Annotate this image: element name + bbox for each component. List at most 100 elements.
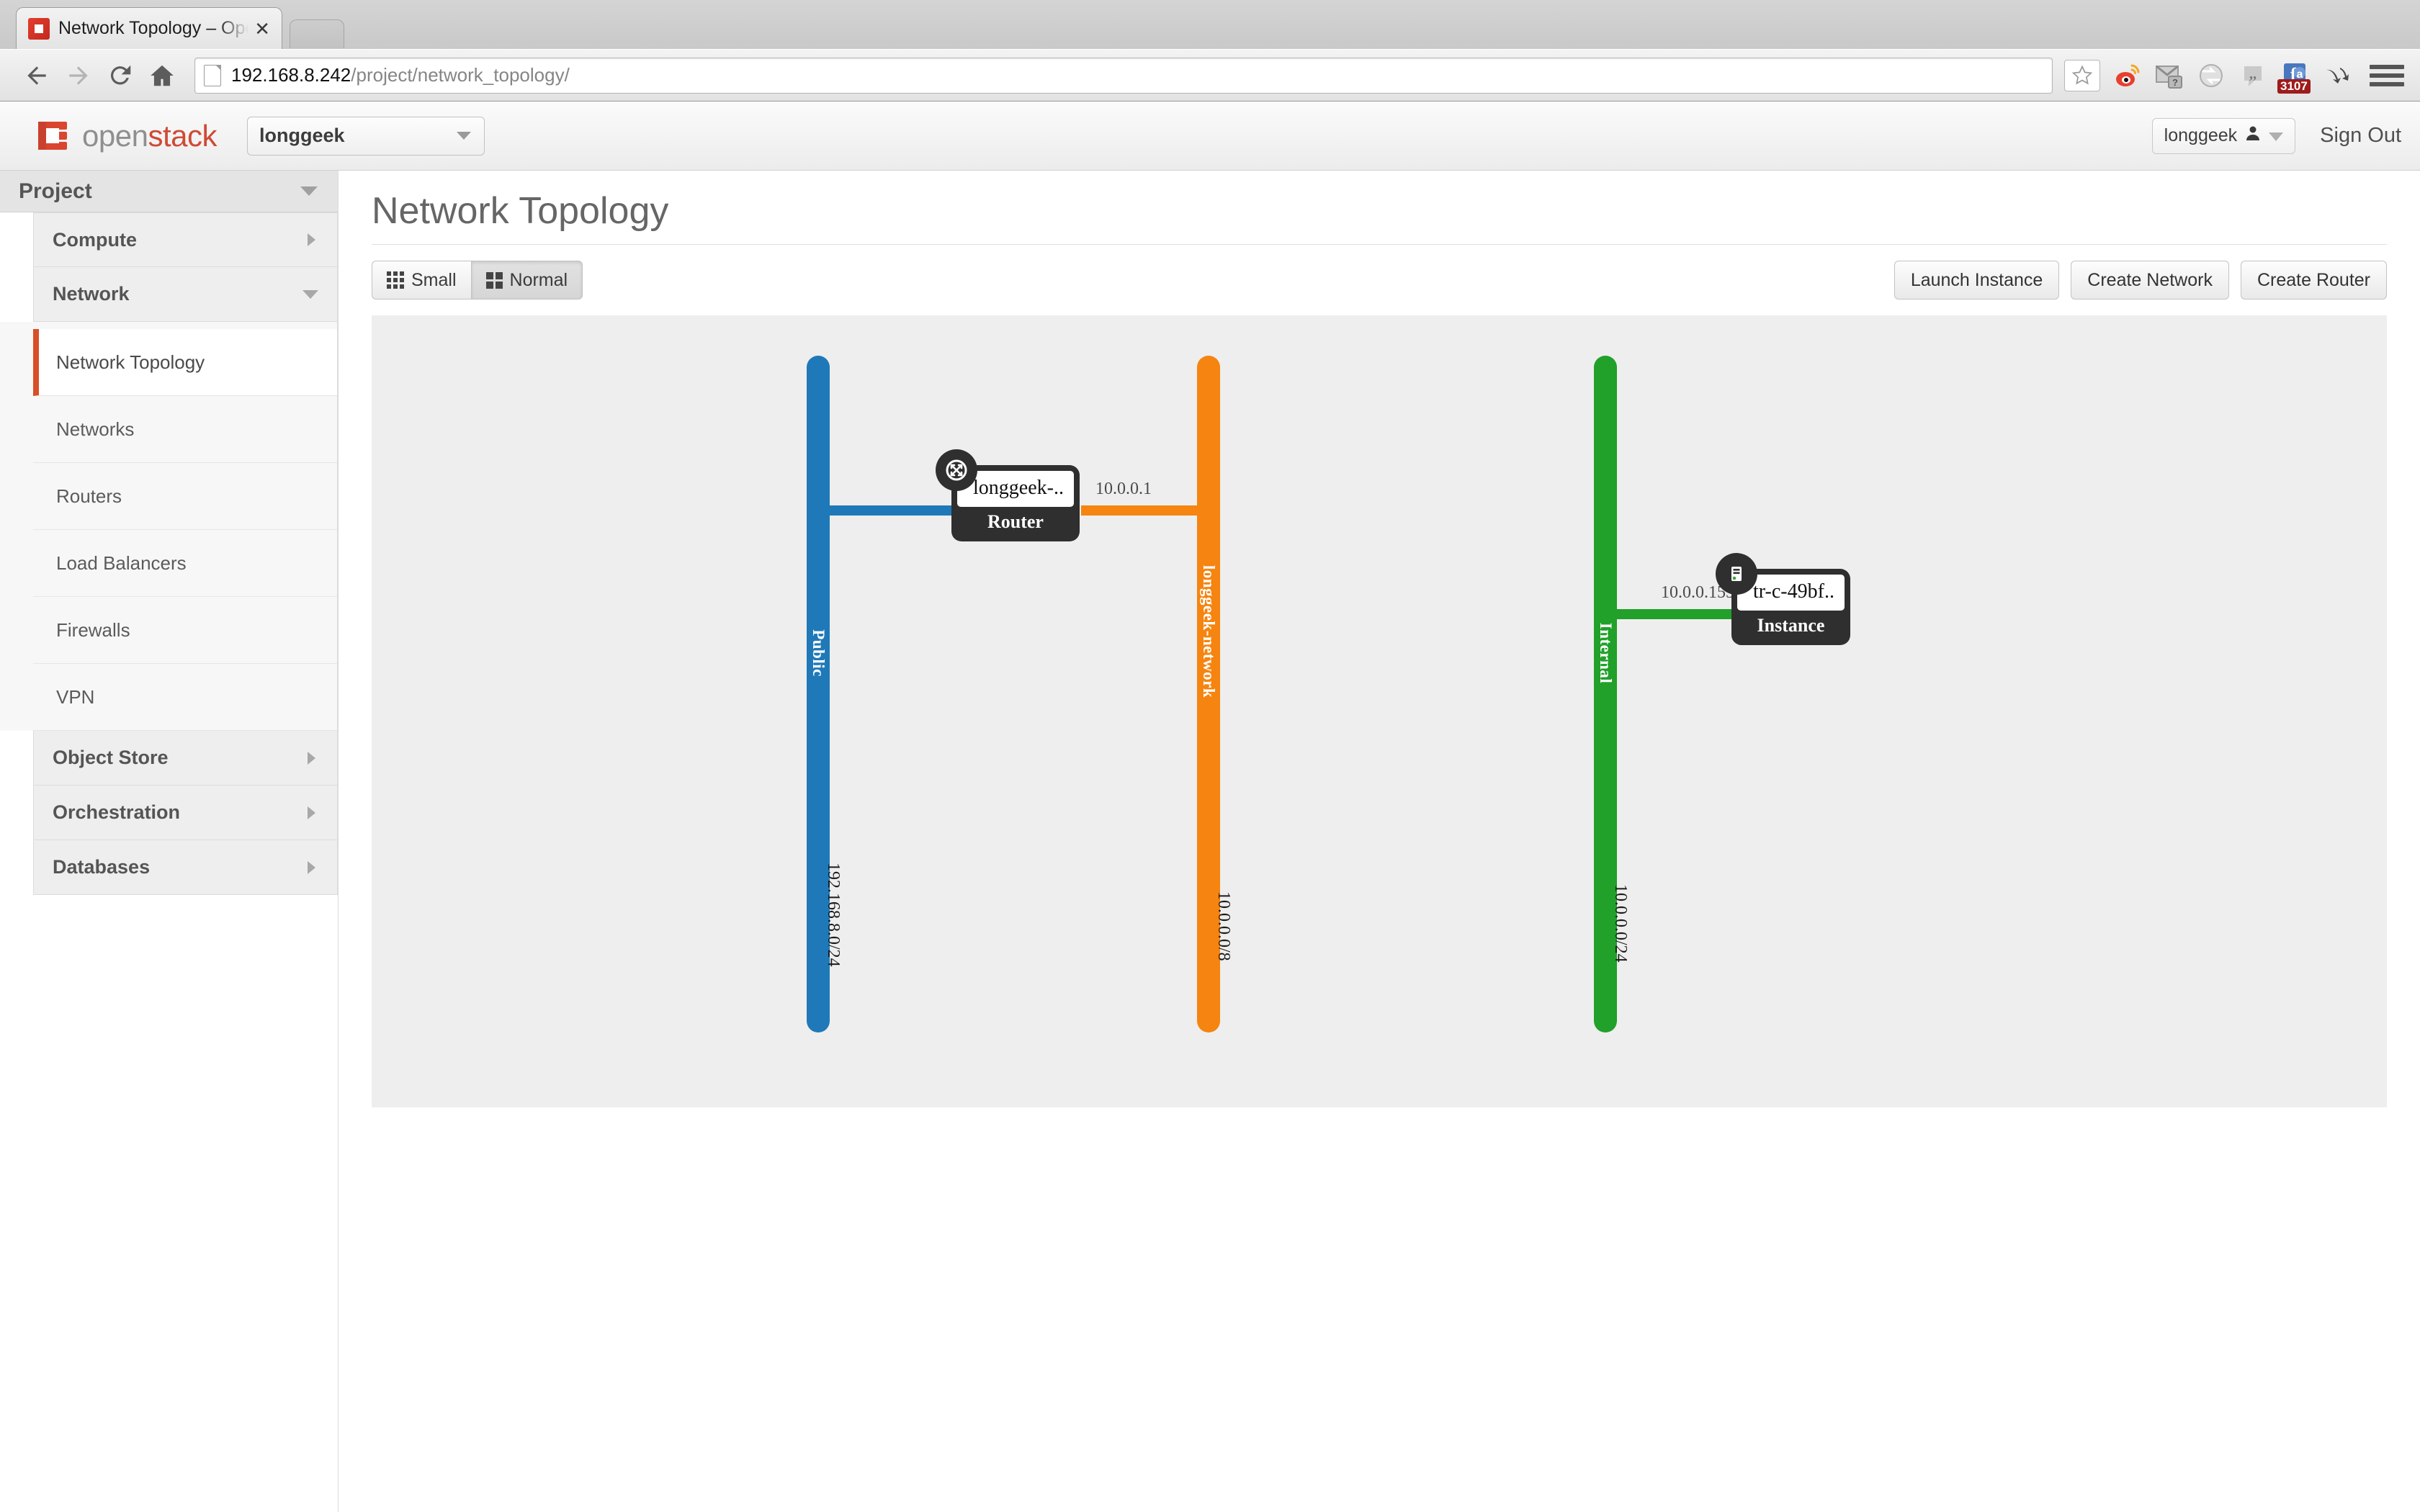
link-public-to-router (818, 505, 955, 516)
chevron-down-icon (2269, 125, 2284, 146)
sidebar-group-label: Databases (53, 856, 151, 878)
gmail-checker-icon[interactable]: ? (2154, 60, 2185, 91)
view-normal-label: Normal (509, 269, 568, 290)
sidebar-group-databases[interactable]: Databases (33, 840, 338, 895)
router-node-type: Router (987, 511, 1044, 532)
sidebar-group-label: Network (53, 283, 130, 305)
link-internal-to-instance (1605, 609, 1742, 619)
sidebar-item-firewalls[interactable]: Firewalls (33, 597, 337, 664)
share-arrow-icon[interactable] (2321, 60, 2352, 91)
sidebar-network-items: Network Topology Networks Routers Load B… (0, 322, 338, 731)
close-icon[interactable]: ✕ (254, 19, 270, 38)
new-tab-button[interactable] (290, 19, 344, 48)
launch-instance-button[interactable]: Launch Instance (1894, 261, 2060, 300)
create-router-label: Create Router (2257, 269, 2370, 290)
logo-open-text: open (82, 118, 148, 153)
sidebar: Project Compute Network Network Topology… (0, 171, 339, 1512)
sidebar-group-compute[interactable]: Compute (33, 212, 338, 267)
topology-node-router[interactable]: longgeek-.. Router (936, 449, 1080, 541)
user-menu[interactable]: longgeek (2151, 117, 2296, 154)
sidebar-group-label: Orchestration (53, 801, 181, 823)
openstack-logo[interactable]: openstack (35, 117, 217, 155)
url-host: 192.168.8.242 (231, 64, 351, 86)
chevron-right-icon (308, 806, 315, 819)
address-bar[interactable]: 192.168.8.242/project/network_topology/ (194, 57, 2053, 94)
main-content: Network Topology Small Normal Launch Ins… (339, 171, 2420, 1512)
openstack-wordmark: openstack (82, 119, 217, 153)
bookmark-star-icon[interactable] (2064, 59, 2100, 91)
sidebar-item-routers[interactable]: Routers (33, 463, 337, 530)
sidebar-item-networks[interactable]: Networks (33, 396, 337, 463)
chevron-down-icon (300, 186, 318, 196)
network-name-longgeek-network: longgeek-network (1200, 564, 1218, 698)
tenant-name: longgeek (259, 125, 345, 146)
page-body: Project Compute Network Network Topology… (0, 171, 2420, 1512)
sidebar-item-label: Networks (56, 418, 135, 440)
toolbar: Small Normal Launch Instance Create Netw… (372, 261, 2387, 300)
back-icon[interactable] (16, 55, 58, 96)
user-name: longgeek (2164, 125, 2238, 145)
svg-text:a: a (2297, 68, 2303, 81)
chevron-down-icon (302, 289, 318, 299)
sidebar-item-network-topology[interactable]: Network Topology (33, 329, 337, 396)
create-network-label: Create Network (2087, 269, 2213, 290)
sidebar-item-label: Firewalls (56, 618, 130, 641)
topology-node-instance[interactable]: tr-c-49bf.. Instance (1716, 553, 1850, 645)
ip-label-router: 10.0.0.1 (1095, 480, 1152, 498)
link-router-to-longgeek-network (1081, 505, 1211, 516)
create-network-button[interactable]: Create Network (2071, 261, 2229, 300)
chevron-right-icon (308, 751, 315, 765)
network-name-public: Public (810, 629, 828, 677)
sidebar-item-vpn[interactable]: VPN (33, 664, 337, 731)
openstack-favicon-icon (28, 17, 50, 40)
sidebar-group-orchestration[interactable]: Orchestration (33, 786, 338, 840)
browser-menu-icon[interactable] (2370, 60, 2404, 91)
sidebar-group-object-store[interactable]: Object Store (33, 731, 338, 786)
toolbar-actions: Launch Instance Create Network Create Ro… (1894, 261, 2387, 300)
url-path: /project/network_topology/ (351, 64, 570, 86)
extension-icons: ? ,, f a 3107 (2103, 60, 2404, 94)
svg-text:?: ? (2172, 77, 2178, 88)
tab-title: Network Topology – OpenS (58, 18, 248, 38)
browser-tab[interactable]: Network Topology – OpenS ✕ (16, 7, 282, 49)
create-router-button[interactable]: Create Router (2240, 261, 2387, 300)
chevron-right-icon (308, 233, 315, 246)
facebook-badge-count: 3107 (2277, 78, 2311, 94)
weibo-icon[interactable] (2112, 60, 2143, 91)
sidebar-group-label: Compute (53, 228, 137, 251)
browser-chrome: Network Topology – OpenS ✕ 192.168.8.242… (0, 0, 2420, 102)
openstack-logo-icon (35, 117, 72, 155)
user-avatar-icon (2244, 125, 2262, 147)
svg-text:,,: ,, (2249, 66, 2257, 82)
sidebar-item-label: Network Topology (56, 351, 205, 373)
facebook-icon[interactable]: f a 3107 (2277, 60, 2311, 94)
sign-out-link[interactable]: Sign Out (2320, 124, 2401, 148)
proxy-globe-icon[interactable] (2195, 60, 2227, 91)
chevron-down-icon (456, 132, 471, 140)
openstack-header: openstack longgeek longgeek Sign Out (0, 102, 2420, 171)
grid-small-icon (387, 271, 404, 289)
view-normal-button[interactable]: Normal (471, 261, 583, 300)
home-icon[interactable] (141, 55, 183, 96)
page-document-icon (204, 64, 221, 86)
launch-instance-label: Launch Instance (1910, 269, 2043, 290)
logo-stack-text: stack (148, 118, 217, 153)
network-topology-canvas[interactable]: Public 192.168.8.0/24 longgeek-network 1… (372, 315, 2387, 1107)
header-right: longgeek Sign Out (2151, 117, 2401, 154)
forward-icon[interactable] (58, 55, 99, 96)
sidebar-item-label: Load Balancers (56, 552, 187, 574)
chevron-right-icon (308, 860, 315, 874)
reload-icon[interactable] (99, 55, 141, 96)
sidebar-item-load-balancers[interactable]: Load Balancers (33, 530, 337, 597)
subnet-label-public: 192.168.8.0/24 (824, 863, 843, 967)
hangouts-icon[interactable]: ,, (2237, 60, 2269, 91)
sidebar-item-label: Routers (56, 485, 122, 507)
sidebar-group-network[interactable]: Network (33, 267, 338, 322)
sidebar-panel-label: Project (19, 179, 92, 203)
view-size-toggle: Small Normal (372, 261, 583, 300)
view-small-button[interactable]: Small (372, 261, 472, 300)
tenant-selector[interactable]: longgeek (246, 116, 485, 156)
sidebar-panel-project[interactable]: Project (0, 171, 338, 212)
navigation-toolbar: 192.168.8.242/project/network_topology/ (0, 49, 2420, 101)
